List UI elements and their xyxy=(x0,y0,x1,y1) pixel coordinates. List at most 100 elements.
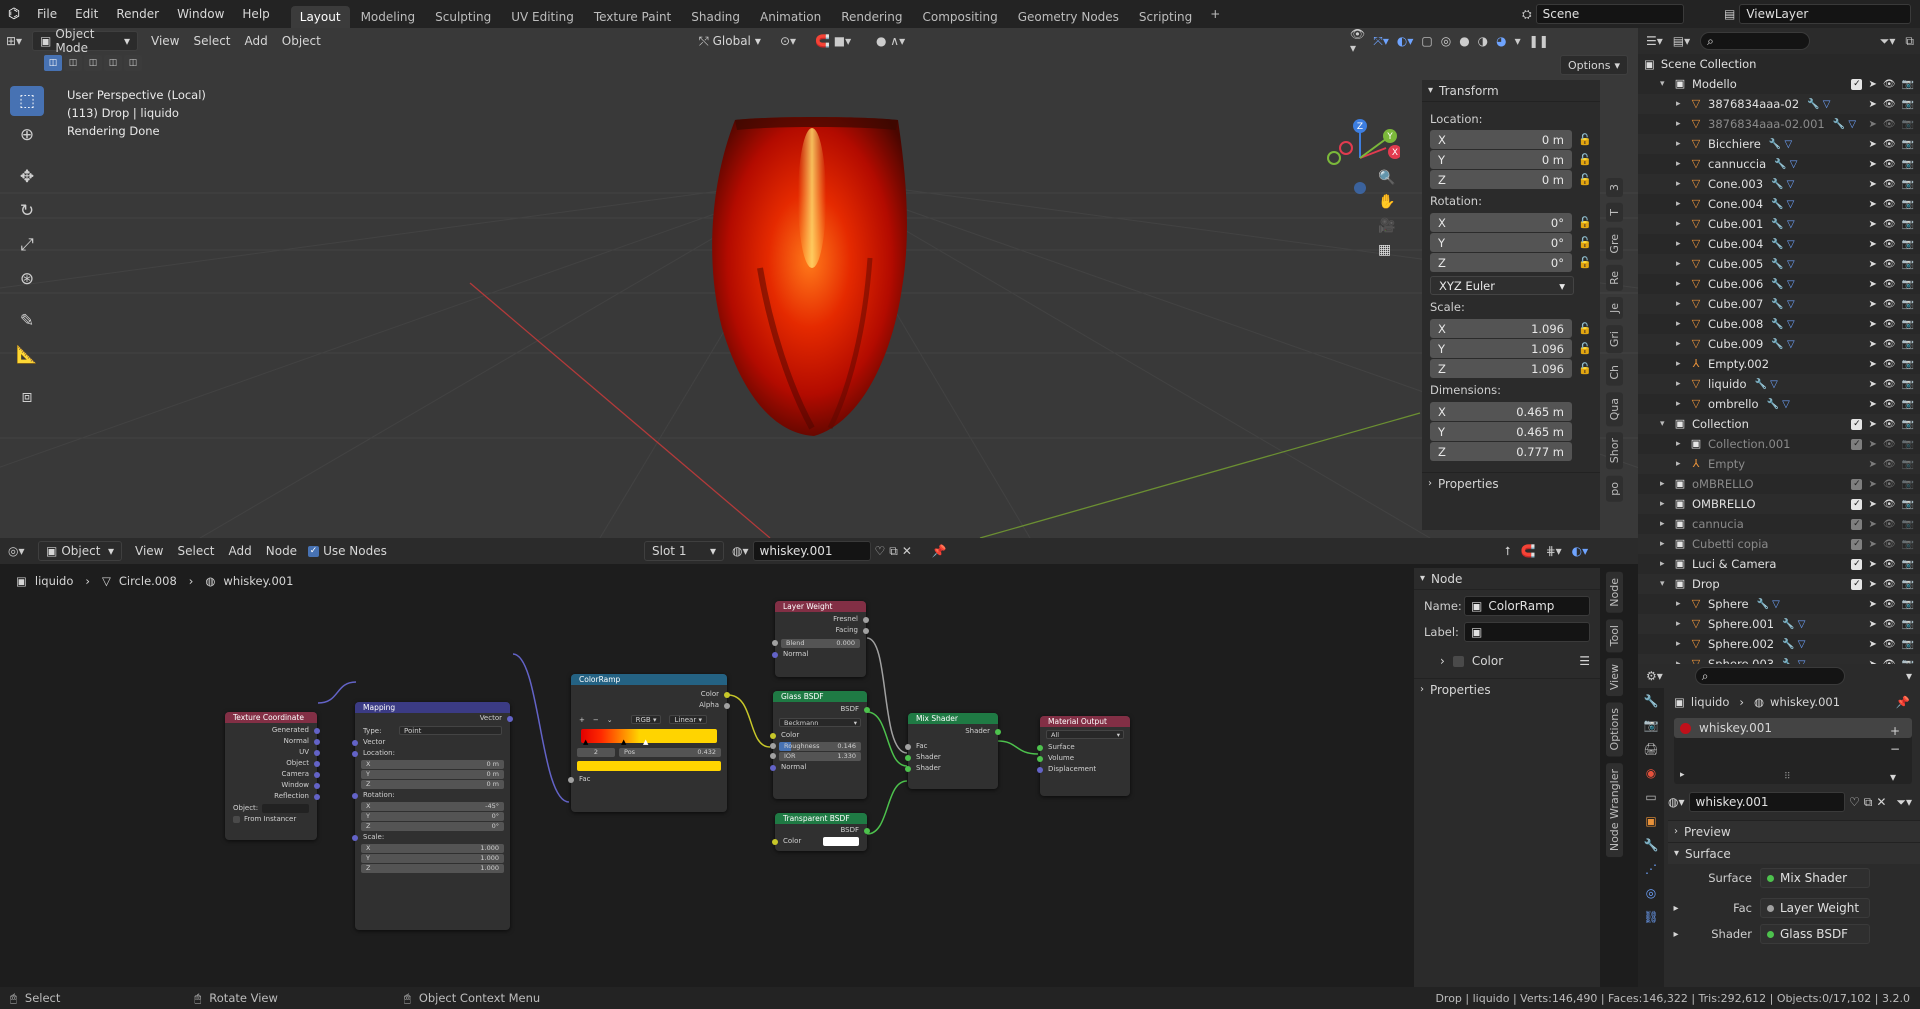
color-mode-dropdown[interactable]: RGB ▾ xyxy=(630,715,662,724)
lock-icon[interactable]: 🔓 xyxy=(1578,153,1592,167)
measure-tool-icon[interactable]: 📐 xyxy=(10,340,44,370)
world-tab-icon[interactable]: ◉ xyxy=(1646,766,1656,780)
selectable-icon[interactable]: ➤ xyxy=(1868,199,1876,210)
lock-icon[interactable]: 🔓 xyxy=(1578,322,1592,336)
stop-position-field[interactable]: Pos 0.432 xyxy=(619,748,721,757)
render-camera-icon[interactable]: 📷 xyxy=(1902,299,1914,310)
eye-icon[interactable]: 👁 xyxy=(1883,439,1896,450)
stop-index-field[interactable]: 2 xyxy=(577,748,615,757)
editor-type-icon[interactable]: ⊞▾ xyxy=(6,34,32,48)
physics-tab-icon[interactable]: ◎ xyxy=(1646,886,1656,900)
mix-shader-node[interactable]: Mix Shader Shader Fac Shader Shader xyxy=(905,713,1001,789)
exclude-checkbox[interactable]: ✓ xyxy=(1851,498,1863,510)
chevron-right-icon[interactable]: ▸ xyxy=(1676,199,1690,209)
material-output-node[interactable]: Material Output All ▾ Surface Volume Displa… xyxy=(1037,716,1130,796)
render-camera-icon[interactable]: 📷 xyxy=(1902,319,1914,330)
outliner-row[interactable]: ▸ ▽ 3876834aaa-02.001 🔧 ▽ ➤ 👁 📷 xyxy=(1638,114,1920,134)
selectable-icon[interactable]: ➤ xyxy=(1868,339,1876,350)
sidebar-tab-view[interactable]: View xyxy=(1606,658,1623,697)
chevron-down-icon[interactable]: ▾ xyxy=(1660,419,1674,429)
snap-icon[interactable]: 🧲 xyxy=(1521,544,1536,558)
selectable-icon[interactable]: ➤ xyxy=(1868,639,1876,650)
material-slot-list[interactable]: whiskey.001 ▸ ⠿ xyxy=(1674,718,1912,784)
selectable-icon[interactable]: ➤ xyxy=(1868,159,1876,170)
outliner-row[interactable]: ▸ ▽ Cube.009 🔧 ▽ ➤ 👁 📷 xyxy=(1638,334,1920,354)
select-subtract-icon[interactable]: ◫ xyxy=(84,55,102,71)
blend-field[interactable]: Blend 0.000 xyxy=(772,639,860,648)
exclude-checkbox[interactable]: ✓ xyxy=(1851,518,1863,530)
sidebar-tab-node-wrangler[interactable]: Node Wrangler xyxy=(1606,762,1623,857)
lock-icon[interactable]: 🔓 xyxy=(1578,216,1592,230)
render-camera-icon[interactable]: 📷 xyxy=(1902,619,1914,630)
scale-y-field[interactable]: Y 1.096 xyxy=(1430,339,1572,358)
chevron-right-icon[interactable]: ▸ xyxy=(1660,499,1674,509)
render-camera-icon[interactable]: 📷 xyxy=(1902,359,1914,370)
outliner-row[interactable]: ▸ ▽ Cone.004 🔧 ▽ ➤ 👁 📷 xyxy=(1638,194,1920,214)
selectable-icon[interactable]: ➤ xyxy=(1868,399,1876,410)
distribution-dropdown[interactable]: Beckmann ▾ xyxy=(779,718,861,727)
texture-coordinate-node[interactable]: Texture Coordinate Generated Normal UV Obje… xyxy=(225,712,320,840)
render-camera-icon[interactable]: 📷 xyxy=(1902,339,1914,350)
eye-icon[interactable]: 👁 xyxy=(1883,279,1896,290)
tab-rendering[interactable]: Rendering xyxy=(832,6,911,28)
eye-icon[interactable]: 👁 xyxy=(1883,299,1896,310)
node-color-checkbox[interactable] xyxy=(1452,655,1464,667)
render-camera-icon[interactable]: 📷 xyxy=(1902,119,1914,130)
node-properties-title[interactable]: Properties xyxy=(1430,683,1491,697)
input-socket[interactable] xyxy=(1037,744,1043,751)
selectable-icon[interactable]: ➤ xyxy=(1868,99,1876,110)
outliner-row[interactable]: ▸ ▽ 3876834aaa-02 🔧 ▽ ➤ 👁 📷 xyxy=(1638,94,1920,114)
pivot-icon[interactable]: ⊙▾ xyxy=(780,34,796,48)
resize-handle-icon[interactable]: ⠿ xyxy=(1784,772,1791,782)
eye-icon[interactable]: 👁 xyxy=(1883,379,1896,390)
node-panel-title[interactable]: Node xyxy=(1431,572,1462,586)
ramp-menu-button[interactable]: ⌄ xyxy=(607,715,613,726)
location-y-field[interactable]: Y 0 m xyxy=(1430,150,1572,169)
material-datablock-field[interactable]: whiskey.001 xyxy=(1688,792,1845,812)
from-instancer-checkbox[interactable] xyxy=(233,816,240,823)
object-field[interactable] xyxy=(262,804,309,813)
sidebar-tab-re[interactable]: Re xyxy=(1606,265,1623,292)
render-camera-icon[interactable]: 📷 xyxy=(1902,159,1914,170)
chevron-right-icon[interactable]: › xyxy=(1674,826,1678,837)
chevron-right-icon[interactable]: ▸ xyxy=(1676,439,1690,449)
cursor-tool-icon[interactable]: ⊕ xyxy=(10,120,44,150)
eye-icon[interactable]: 👁 xyxy=(1883,499,1896,510)
surface-shader-field[interactable]: Mix Shader xyxy=(1760,868,1870,888)
chevron-right-icon[interactable]: ▸ xyxy=(1676,359,1690,369)
surface-panel-title[interactable]: Surface xyxy=(1685,847,1731,861)
outliner-row[interactable]: ▸ ▣ cannucia ✓ ➤ 👁 📷 xyxy=(1638,514,1920,534)
chevron-right-icon[interactable]: › xyxy=(1440,654,1445,668)
colorramp-node[interactable]: ColorRamp Color Alpha + − ⌄ RGB ▾ Linear… xyxy=(568,674,730,812)
view-layer-selector[interactable]: ViewLayer xyxy=(1739,4,1912,24)
selectable-icon[interactable]: ➤ xyxy=(1868,259,1876,270)
shader-node-editor[interactable]: ◎▾ ▣ Object ▾ View Select Add Node ✓ Use No… xyxy=(0,538,1638,987)
snap-icon[interactable]: 🧲 ■▾ xyxy=(815,34,851,48)
exclude-checkbox[interactable]: ✓ xyxy=(1851,478,1863,490)
selectable-icon[interactable]: ➤ xyxy=(1868,519,1876,530)
chevron-right-icon[interactable]: ▸ xyxy=(1676,159,1690,169)
chevron-right-icon[interactable]: › xyxy=(1428,478,1432,489)
mapping-scl-field[interactable]: Y 1.000 xyxy=(361,854,504,863)
exclude-checkbox[interactable]: ✓ xyxy=(1851,438,1863,450)
modifier-icon[interactable]: 🔧 ▽ xyxy=(1771,319,1794,330)
tab-modeling[interactable]: Modeling xyxy=(352,6,425,28)
outliner-row[interactable]: ▸ ▽ Cube.005 🔧 ▽ ➤ 👁 📷 xyxy=(1638,254,1920,274)
add-slot-icon[interactable]: + xyxy=(1890,724,1900,738)
shading-rendered-icon[interactable]: ◕ xyxy=(1496,34,1506,48)
remove-stop-button[interactable]: − xyxy=(593,715,599,726)
chevron-right-icon[interactable]: ▸ xyxy=(1676,119,1690,129)
eye-icon[interactable]: 👁 xyxy=(1883,239,1896,250)
chevron-down-icon[interactable]: ▾ xyxy=(1428,85,1433,96)
eye-icon[interactable]: 👁 xyxy=(1883,319,1896,330)
tab-layout[interactable]: Layout xyxy=(290,6,350,28)
scale-tool-icon[interactable]: ⤢ xyxy=(10,230,44,260)
chevron-right-icon[interactable]: ▸ xyxy=(1676,619,1690,629)
outliner-row[interactable]: ▾ ▣ Drop ✓ ➤ 👁 📷 xyxy=(1638,574,1920,594)
camera-view-icon[interactable]: 🎥 xyxy=(1378,218,1395,234)
modifier-icon[interactable]: 🔧 ▽ xyxy=(1771,219,1794,230)
eye-icon[interactable]: 👁 xyxy=(1883,359,1896,370)
mapping-loc-field[interactable]: X 0 m xyxy=(361,760,504,769)
lock-icon[interactable]: 🔓 xyxy=(1578,362,1592,376)
viewport-menu-select[interactable]: Select xyxy=(186,31,237,51)
